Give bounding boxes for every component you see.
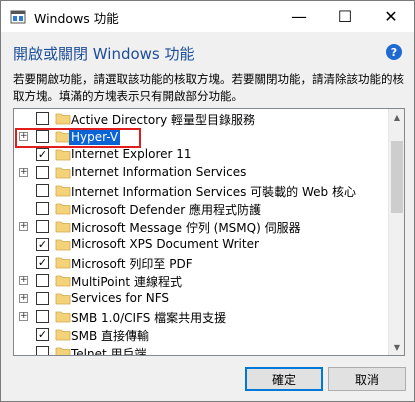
dialog-heading: 開啟或關閉 Windows 功能 bbox=[13, 45, 195, 63]
expand-plus-icon[interactable]: + bbox=[19, 276, 28, 285]
maximize-button[interactable]: ☐ bbox=[322, 1, 368, 32]
folder-icon bbox=[55, 257, 71, 269]
feature-row[interactable]: Microsoft Defender 應用程式防護 bbox=[14, 200, 388, 218]
scrollbar-thumb[interactable] bbox=[391, 141, 403, 213]
folder-icon bbox=[55, 185, 71, 197]
folder-icon bbox=[55, 113, 71, 125]
feature-label: Microsoft Defender 應用程式防護 bbox=[71, 203, 262, 217]
folder-icon bbox=[55, 311, 71, 323]
help-icon[interactable]: ? bbox=[386, 44, 402, 60]
expand-plus-icon[interactable]: + bbox=[19, 222, 28, 231]
feature-row[interactable]: ✓ SMB 直接傳輸 bbox=[14, 326, 388, 344]
folder-icon bbox=[55, 293, 71, 305]
title-bar[interactable]: Windows 功能 — ☐ ✕ bbox=[1, 1, 414, 32]
feature-label: Telnet 用戶端 bbox=[71, 347, 147, 356]
feature-label: SMB 直接傳輸 bbox=[71, 329, 150, 343]
feature-checkbox[interactable]: ✓ bbox=[36, 256, 49, 269]
feature-label: Active Directory 輕量型目錄服務 bbox=[71, 113, 256, 127]
window-title: Windows 功能 bbox=[34, 11, 119, 26]
windows-features-dialog: Windows 功能 — ☐ ✕ 開啟或關閉 Windows 功能 ? 若要開啟… bbox=[0, 0, 415, 402]
maximize-icon: ☐ bbox=[337, 7, 353, 26]
feature-label: Microsoft Message 佇列 (MSMQ) 伺服器 bbox=[71, 221, 301, 235]
feature-row[interactable]: ✓ Microsoft XPS Document Writer bbox=[14, 236, 388, 254]
feature-label: Internet Information Services bbox=[71, 165, 247, 179]
features-tree[interactable]: Active Directory 輕量型目錄服務 + Hyper-V ✓ Interne… bbox=[13, 108, 405, 356]
feature-label: Services for NFS bbox=[71, 291, 170, 305]
scroll-up-icon[interactable]: ▲ bbox=[389, 109, 404, 125]
feature-row[interactable]: Active Directory 輕量型目錄服務 bbox=[14, 110, 388, 128]
feature-row[interactable]: + SMB 1.0/CIFS 檔案共用支援 bbox=[14, 308, 388, 326]
expand-plus-icon[interactable]: + bbox=[19, 168, 28, 177]
feature-checkbox[interactable] bbox=[36, 292, 49, 305]
vertical-scrollbar[interactable]: ▲ ▼ bbox=[388, 109, 404, 355]
ok-button[interactable]: 確定 bbox=[245, 367, 323, 391]
feature-checkbox[interactable] bbox=[36, 166, 49, 179]
feature-checkbox[interactable] bbox=[36, 202, 49, 215]
windows-features-app-icon bbox=[10, 10, 26, 24]
folder-icon bbox=[55, 347, 71, 355]
feature-row[interactable]: + Microsoft Message 佇列 (MSMQ) 伺服器 bbox=[14, 218, 388, 236]
feature-checkbox[interactable]: ✓ bbox=[36, 148, 49, 161]
feature-row[interactable]: + Services for NFS bbox=[14, 290, 388, 308]
folder-icon bbox=[55, 329, 71, 341]
close-button[interactable]: ✕ bbox=[368, 1, 414, 32]
feature-label: Internet Information Services 可裝載的 Web 核… bbox=[71, 185, 356, 199]
feature-label: Internet Explorer 11 bbox=[71, 147, 192, 161]
feature-row[interactable]: + MultiPoint 連線程式 bbox=[14, 272, 388, 290]
cancel-button[interactable]: 取消 bbox=[328, 367, 406, 391]
feature-label: Microsoft XPS Document Writer bbox=[71, 237, 259, 251]
folder-icon bbox=[55, 203, 71, 215]
feature-label: MultiPoint 連線程式 bbox=[71, 275, 182, 289]
feature-row[interactable]: ✓ Internet Explorer 11 bbox=[14, 146, 388, 164]
folder-icon bbox=[55, 239, 71, 251]
expand-plus-icon[interactable]: + bbox=[19, 312, 28, 321]
highlight-annotation bbox=[15, 128, 141, 148]
feature-checkbox[interactable]: ✓ bbox=[36, 238, 49, 251]
minimize-icon: — bbox=[291, 7, 307, 26]
feature-checkbox[interactable] bbox=[36, 184, 49, 197]
expand-plus-icon[interactable]: + bbox=[19, 294, 28, 303]
feature-row[interactable]: Telnet 用戶端 bbox=[14, 344, 388, 356]
feature-checkbox[interactable] bbox=[36, 112, 49, 125]
scroll-down-icon[interactable]: ▼ bbox=[389, 339, 404, 355]
feature-checkbox[interactable] bbox=[36, 346, 49, 355]
folder-icon bbox=[55, 221, 71, 233]
feature-checkbox[interactable] bbox=[36, 310, 49, 323]
feature-checkbox[interactable]: ✓ bbox=[36, 328, 49, 341]
feature-row[interactable]: ✓ Microsoft 列印至 PDF bbox=[14, 254, 388, 272]
close-icon: ✕ bbox=[384, 7, 398, 26]
folder-icon bbox=[55, 275, 71, 287]
minimize-button[interactable]: — bbox=[276, 1, 322, 32]
feature-checkbox[interactable] bbox=[36, 274, 49, 287]
folder-icon bbox=[55, 167, 71, 179]
folder-icon bbox=[55, 149, 71, 161]
feature-checkbox[interactable] bbox=[36, 220, 49, 233]
dialog-description: 若要開啟功能，請選取該功能的核取方塊。若要關閉功能，請清除該功能的核取方塊。填滿… bbox=[13, 72, 404, 103]
feature-label: SMB 1.0/CIFS 檔案共用支援 bbox=[71, 311, 227, 325]
feature-row[interactable]: + Internet Information Services bbox=[14, 164, 388, 182]
feature-row[interactable]: Internet Information Services 可裝載的 Web 核… bbox=[14, 182, 388, 200]
feature-label: Microsoft 列印至 PDF bbox=[71, 257, 193, 271]
